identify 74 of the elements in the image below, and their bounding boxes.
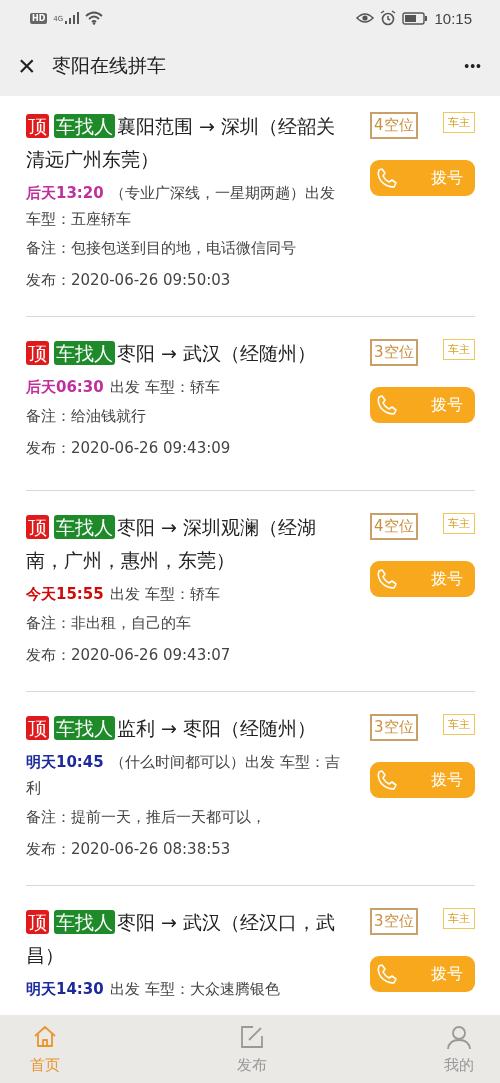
note-text: 备注：提前一天，推后一天都可以，: [26, 807, 267, 828]
dial-button[interactable]: 拨号: [370, 956, 475, 992]
route-text: 昌）: [26, 943, 65, 968]
role-badge: 车主: [443, 513, 475, 534]
alarm-icon: [380, 10, 397, 26]
pinned-tag: 顶: [26, 910, 49, 934]
route-text: 襄阳范围 → 深圳（经韶关: [117, 115, 335, 137]
tab-button[interactable]: 发布: [229, 1015, 275, 1083]
note-text: 备注：给油钱就行: [26, 406, 147, 427]
signal-icon: [65, 12, 80, 24]
phone-icon: [376, 963, 398, 985]
phone-icon: [376, 568, 398, 590]
role-badge: 车主: [443, 714, 475, 735]
dial-button[interactable]: 拨号: [370, 160, 475, 196]
type-tag: 车找人: [54, 515, 115, 539]
note-text: 备注：非出租，自己的车: [26, 613, 192, 634]
route-text: 枣阳 → 武汉（经汉口，武: [117, 911, 335, 933]
dial-button[interactable]: 拨号: [370, 762, 475, 798]
more-button[interactable]: •••: [464, 58, 482, 74]
seats-badge: 3空位: [370, 908, 418, 935]
role-badge: 车主: [443, 112, 475, 133]
publish-time: 发布：2020-06-26 09:43:07: [26, 645, 232, 666]
phone-icon: [376, 394, 398, 416]
hd-badge: HD: [30, 12, 48, 24]
clock-time: 10:15: [434, 9, 472, 27]
wifi-icon: [85, 11, 104, 25]
departure-detail: （专业广深线，一星期两趟）出发: [109, 184, 335, 202]
route-text: 枣阳 → 武汉（经随州）: [117, 342, 316, 364]
note-text: 备注：包接包送到目的地，电话微信同号: [26, 238, 297, 259]
edit-icon: [239, 1023, 265, 1050]
seats-badge: 4空位: [370, 513, 418, 540]
type-tag: 车找人: [54, 341, 115, 365]
publish-time: 发布：2020-06-26 09:50:03: [26, 270, 232, 291]
departure-time: 后天06:30: [26, 378, 104, 396]
publish-time: 发布：2020-06-26 08:38:53: [26, 839, 232, 860]
pinned-tag: 顶: [26, 341, 49, 365]
route-text: 南，广州，惠州，东莞）: [26, 548, 236, 573]
departure-time: 明天14:30: [26, 980, 104, 998]
departure-time: 后天13:20: [26, 184, 104, 202]
departure-detail: 车型：五座轿车: [26, 209, 132, 230]
seats-badge: 3空位: [370, 339, 418, 366]
role-badge: 车主: [443, 339, 475, 360]
route-text: 枣阳 → 深圳观澜（经湖: [117, 516, 316, 538]
departure-detail: 利: [26, 778, 42, 799]
tab-button[interactable]: 首页: [22, 1015, 68, 1083]
close-button[interactable]: ×: [10, 51, 44, 81]
dial-button[interactable]: 拨号: [370, 387, 475, 423]
departure-time: 今天15:55: [26, 585, 104, 603]
publish-time: 发布：2020-06-26 09:43:09: [26, 438, 232, 459]
home-icon: [32, 1023, 58, 1050]
dial-button[interactable]: 拨号: [370, 561, 475, 597]
pinned-tag: 顶: [26, 114, 49, 138]
page-title: 枣阳在线拼车: [51, 53, 167, 78]
type-tag: 车找人: [54, 910, 115, 934]
departure-detail: （什么时间都可以）出发 车型：吉: [109, 753, 340, 771]
departure-detail: 出发 车型：轿车: [109, 378, 220, 396]
tab-button[interactable]: 我的: [436, 1015, 482, 1083]
user-icon: [446, 1023, 472, 1050]
battery-icon: [402, 11, 429, 25]
seats-badge: 4空位: [370, 112, 418, 139]
departure-detail: 出发 车型：大众速腾银色: [109, 980, 280, 998]
route-text: 监利 → 枣阳（经随州）: [117, 717, 316, 739]
seats-badge: 3空位: [370, 714, 418, 741]
eye-icon: [356, 12, 375, 24]
role-badge: 车主: [443, 908, 475, 929]
phone-icon: [376, 167, 398, 189]
type-tag: 车找人: [54, 716, 115, 740]
type-tag: 车找人: [54, 114, 115, 138]
pinned-tag: 顶: [26, 716, 49, 740]
phone-icon: [376, 769, 398, 791]
route-text: 清远广州东莞）: [26, 147, 160, 172]
departure-time: 明天10:45: [26, 753, 104, 771]
pinned-tag: 顶: [26, 515, 49, 539]
departure-detail: 出发 车型：轿车: [109, 585, 220, 603]
